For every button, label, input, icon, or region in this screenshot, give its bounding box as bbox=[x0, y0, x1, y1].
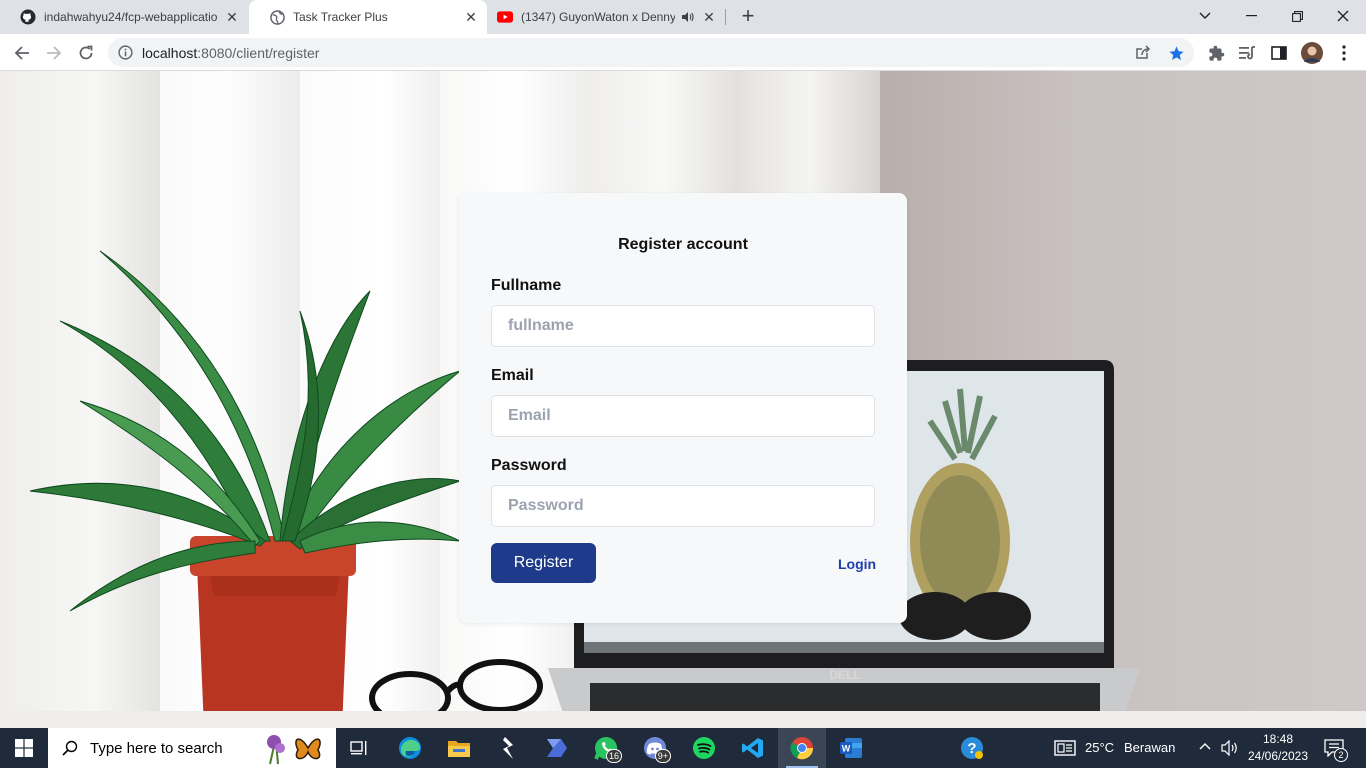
tab-title: Task Tracker Plus bbox=[293, 10, 388, 24]
site-info-icon[interactable] bbox=[118, 45, 133, 60]
tab-title: indahwahyu24/fcp-webapplicatio bbox=[44, 10, 218, 24]
tab-search-chevron-icon[interactable] bbox=[1182, 0, 1228, 32]
email-input[interactable] bbox=[491, 395, 875, 437]
app-lightning-icon[interactable] bbox=[484, 728, 532, 768]
url-path: :8080/client/register bbox=[197, 45, 320, 61]
windows-logo-icon bbox=[15, 739, 33, 757]
email-label: Email bbox=[491, 367, 534, 384]
extensions-puzzle-icon[interactable] bbox=[1206, 43, 1226, 63]
new-tab-button[interactable]: + bbox=[736, 5, 760, 29]
media-control-icon[interactable] bbox=[1237, 43, 1257, 63]
edge-browser-icon[interactable] bbox=[386, 728, 434, 768]
fullname-label: Fullname bbox=[491, 277, 562, 294]
spotify-icon[interactable] bbox=[680, 728, 728, 768]
password-label: Password bbox=[491, 457, 567, 474]
tab-title: (1347) GuyonWaton x Denny bbox=[521, 10, 675, 24]
tab-task-tracker[interactable]: Task Tracker Plus ✕ bbox=[249, 0, 487, 34]
fullname-input[interactable] bbox=[491, 305, 875, 347]
forward-button[interactable] bbox=[40, 39, 68, 67]
password-input[interactable] bbox=[491, 485, 875, 527]
url-text[interactable]: localhost:8080/client/register bbox=[142, 45, 319, 61]
globe-icon bbox=[269, 9, 285, 25]
close-tab-icon[interactable]: ✕ bbox=[461, 9, 481, 26]
close-tab-icon[interactable]: ✕ bbox=[699, 9, 719, 26]
url-host: localhost bbox=[142, 45, 198, 61]
discord-icon[interactable]: 9+ bbox=[631, 728, 679, 768]
whatsapp-badge: 16 bbox=[605, 749, 622, 763]
vscode-icon[interactable] bbox=[729, 728, 777, 768]
page-viewport: DELL Register account Fullname fullname … bbox=[0, 71, 1366, 728]
svg-text:DELL: DELL bbox=[829, 668, 860, 682]
windows-taskbar: Type here to search 16 9+ W ? 25°C Beraw… bbox=[0, 728, 1366, 768]
power-automate-icon[interactable] bbox=[533, 728, 581, 768]
restore-icon[interactable] bbox=[1274, 0, 1320, 32]
search-icon bbox=[62, 740, 78, 756]
github-icon bbox=[20, 9, 36, 25]
close-window-icon[interactable] bbox=[1320, 0, 1366, 32]
weather-icon[interactable] bbox=[1054, 739, 1076, 757]
desk-surface bbox=[0, 711, 1366, 728]
register-button[interactable]: Register bbox=[491, 543, 596, 583]
search-placeholder: Type here to search bbox=[90, 739, 223, 757]
tab-strip: indahwahyu24/fcp-webapplicatio ✕ Task Tr… bbox=[0, 0, 1366, 34]
login-link[interactable]: Login bbox=[838, 556, 876, 572]
tab-youtube[interactable]: (1347) GuyonWaton x Denny ✕ bbox=[487, 0, 725, 34]
hidden-icons-chevron-icon[interactable] bbox=[1199, 742, 1211, 750]
minimize-icon[interactable] bbox=[1228, 0, 1274, 32]
plant-pot-image bbox=[190, 536, 356, 728]
form-title: Register account bbox=[618, 236, 748, 253]
tab-github[interactable]: indahwahyu24/fcp-webapplicatio ✕ bbox=[0, 0, 248, 34]
task-view-icon[interactable] bbox=[336, 728, 384, 768]
chrome-icon[interactable] bbox=[778, 728, 826, 768]
clock-time: 18:48 bbox=[1262, 732, 1294, 746]
butterfly-flowers-icon bbox=[260, 730, 332, 766]
system-clock[interactable]: 18:48 24/06/2023 bbox=[1246, 731, 1310, 765]
reload-button[interactable] bbox=[72, 39, 100, 67]
back-button[interactable] bbox=[8, 39, 36, 67]
whatsapp-icon[interactable]: 16 bbox=[582, 728, 630, 768]
tab-divider bbox=[725, 9, 726, 25]
help-icon[interactable]: ? bbox=[948, 728, 996, 768]
browser-menu-icon[interactable] bbox=[1334, 43, 1354, 63]
volume-icon[interactable] bbox=[1221, 740, 1239, 756]
youtube-icon bbox=[497, 9, 513, 25]
weather-description[interactable]: Berawan bbox=[1124, 740, 1175, 755]
svg-text:W: W bbox=[842, 744, 851, 754]
weather-temperature[interactable]: 25°C bbox=[1085, 740, 1114, 755]
register-card: Register account Fullname Email Password… bbox=[459, 193, 907, 623]
bookmark-star-icon[interactable] bbox=[1167, 44, 1185, 62]
speaker-icon[interactable] bbox=[679, 9, 695, 25]
taskbar-search-box[interactable]: Type here to search bbox=[48, 728, 336, 768]
word-icon[interactable]: W bbox=[827, 728, 875, 768]
windows-start-button[interactable] bbox=[0, 728, 48, 768]
browser-toolbar: localhost:8080/client/register bbox=[0, 34, 1366, 71]
profile-avatar[interactable] bbox=[1300, 41, 1324, 65]
discord-badge: 9+ bbox=[654, 749, 671, 763]
close-tab-icon[interactable]: ✕ bbox=[222, 9, 242, 26]
clock-date: 24/06/2023 bbox=[1247, 749, 1309, 763]
file-explorer-icon[interactable] bbox=[435, 728, 483, 768]
share-icon[interactable] bbox=[1134, 44, 1152, 62]
side-panel-icon[interactable] bbox=[1269, 43, 1289, 63]
notifications-badge: 2 bbox=[1334, 748, 1348, 762]
address-bar[interactable]: localhost:8080/client/register bbox=[108, 38, 1194, 67]
